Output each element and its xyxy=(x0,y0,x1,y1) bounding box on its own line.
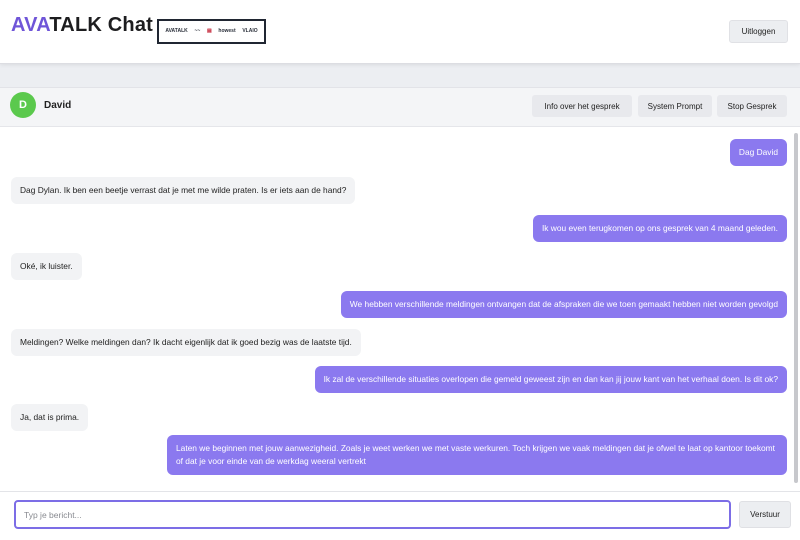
message-bot: Ja, dat is prima. xyxy=(11,404,89,431)
message-bot: Oké, ik luister. xyxy=(11,253,82,280)
send-button[interactable]: Verstuur xyxy=(739,501,791,528)
wave-logo: ~~ xyxy=(194,28,201,34)
message-user: Ik wou even terugkomen op ons gesprek va… xyxy=(532,215,787,242)
message-user: Dag David xyxy=(729,139,787,166)
message-list: Dag David Dag Dylan. Ik ben een beetje v… xyxy=(0,128,800,492)
logout-button[interactable]: Uitloggen xyxy=(729,20,788,43)
message-input[interactable] xyxy=(14,500,731,529)
stop-conversation-button[interactable]: Stop Gesprek xyxy=(717,95,787,117)
vlaio-logo: VLAIO xyxy=(242,28,258,34)
partner-logos: AVATALK ~~ ▤ howest VLAIO xyxy=(157,19,266,44)
composer: Verstuur xyxy=(0,491,800,540)
system-prompt-button[interactable]: System Prompt xyxy=(638,95,712,117)
info-button[interactable]: Info over het gesprek xyxy=(532,95,632,117)
app-title-accent: AVA xyxy=(11,14,50,36)
contact-name: David xyxy=(44,100,72,111)
avatalk-logo: AVATALK xyxy=(165,28,188,34)
chat-header: D David Info over het gesprek System Pro… xyxy=(0,88,800,127)
message-user: We hebben verschillende meldingen ontvan… xyxy=(340,291,787,318)
message-user: Ik zal de verschillende situaties overlo… xyxy=(314,366,787,393)
chat-panel: D David Info over het gesprek System Pro… xyxy=(0,87,800,540)
message-bot: Meldingen? Welke meldingen dan? Ik dacht… xyxy=(11,329,361,356)
avatar: D xyxy=(10,92,36,118)
message-user: Laten we beginnen met jouw aanwezigheid.… xyxy=(167,435,787,475)
app-title: AVATALK Chat xyxy=(11,14,153,37)
app-title-rest: TALK Chat xyxy=(49,14,154,36)
top-bar: AVATALK Chat AVATALK ~~ ▤ howest VLAIO U… xyxy=(0,0,800,64)
flag-logo: ▤ xyxy=(206,28,212,34)
message-bot: Dag Dylan. Ik ben een beetje verrast dat… xyxy=(11,177,356,204)
howest-logo: howest xyxy=(218,28,236,34)
message-scrollbar[interactable] xyxy=(794,133,798,483)
